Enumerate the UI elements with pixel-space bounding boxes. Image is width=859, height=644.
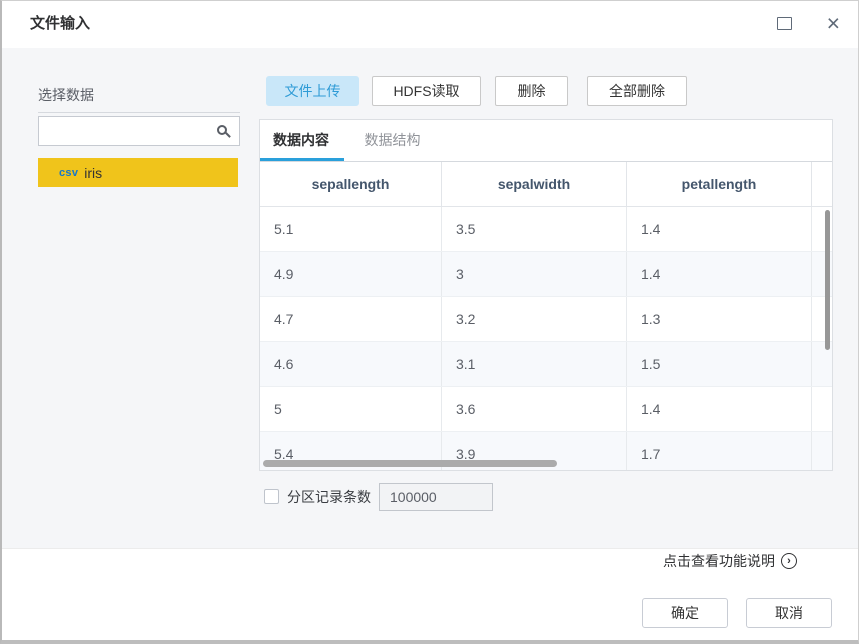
partition-row: 分区记录条数 [264,482,493,511]
cancel-button[interactable]: 取消 [746,598,832,628]
file-input-dialog: 文件输入 × 选择数据 csv iris 文件上传 HDFS读取 删除 全部删除… [0,0,859,644]
search-icon[interactable] [217,125,227,135]
table-cell: 1.4 [627,387,812,431]
table-cell: 5.1 [260,207,442,251]
table-cell: 3.1 [442,342,627,386]
table-cell: 3.2 [442,297,627,341]
column-header-partial [812,162,832,206]
column-header-petallength: petallength [627,162,812,206]
table-cell: 4.7 [260,297,442,341]
table-cell: 1.5 [627,342,812,386]
partition-label: 分区记录条数 [287,488,371,505]
column-header-sepallength: sepallength [260,162,442,206]
vertical-scrollbar[interactable] [825,210,830,350]
search-box [38,116,240,146]
dialog-title: 文件输入 [30,15,91,32]
partition-checkbox[interactable] [264,489,279,504]
table-cell: 5 [260,387,442,431]
table-header-row: sepallength sepalwidth petallength [260,162,832,207]
ok-button[interactable]: 确定 [642,598,728,628]
delete-button[interactable]: 删除 [495,76,568,106]
table-cell-empty [812,387,832,431]
table-row: 4.9 3 1.4 [260,252,832,297]
table-cell: 4.9 [260,252,442,296]
dataset-name: iris [84,164,103,181]
table-cell: 3.6 [442,387,627,431]
table-cell-empty [812,432,832,470]
table-cell: 3 [442,252,627,296]
maximize-icon [777,17,792,30]
data-table: sepallength sepalwidth petallength 5.1 3… [260,161,832,470]
table-cell: 3.5 [442,207,627,251]
chevron-right-circle-icon: › [781,553,797,569]
select-data-label: 选择数据 [38,85,240,113]
title-bar: 文件输入 × [2,1,858,48]
dataset-item-iris[interactable]: csv iris [38,158,238,187]
column-header-sepalwidth: sepalwidth [442,162,627,206]
file-upload-button[interactable]: 文件上传 [266,76,359,106]
csv-type-badge: csv [59,166,79,179]
help-link-label: 点击查看功能说明 [663,553,775,569]
hdfs-read-button[interactable]: HDFS读取 [372,76,481,106]
partition-count-input[interactable] [379,482,493,511]
tab-data-structure[interactable]: 数据结构 [364,120,420,160]
table-cell: 1.4 [627,252,812,296]
table-row: 4.6 3.1 1.5 [260,342,832,387]
maximize-button[interactable] [777,17,794,32]
close-button[interactable]: × [827,7,840,39]
table-row: 5.1 3.5 1.4 [260,207,832,252]
close-icon: × [826,10,840,36]
table-cell: 1.7 [627,432,812,470]
tab-data-content[interactable]: 数据内容 [273,120,329,160]
search-input[interactable] [39,117,239,145]
data-preview-panel: 数据内容 数据结构 sepallength sepalwidth petalle… [259,119,833,471]
table-row: 4.7 3.2 1.3 [260,297,832,342]
table-cell: 1.4 [627,207,812,251]
delete-all-button[interactable]: 全部删除 [587,76,687,106]
help-link[interactable]: 点击查看功能说明 › [663,551,797,571]
table-row: 5 3.6 1.4 [260,387,832,432]
tab-bar: 数据内容 数据结构 [260,120,832,161]
table-cell: 4.6 [260,342,442,386]
horizontal-scrollbar[interactable] [263,460,557,467]
table-cell: 1.3 [627,297,812,341]
